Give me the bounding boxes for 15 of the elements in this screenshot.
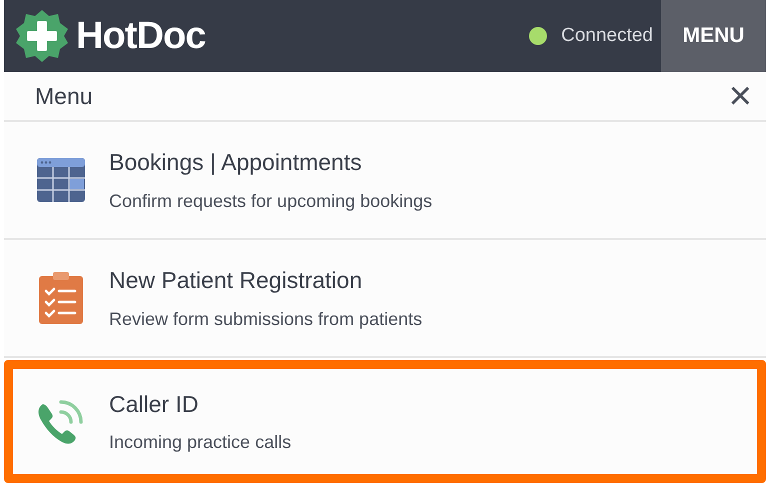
item-title: New Patient Registration xyxy=(109,266,364,296)
menu-button[interactable]: MENU xyxy=(661,0,766,72)
item-subtitle: Confirm requests for upcoming bookings xyxy=(109,190,432,213)
clipboard-icon xyxy=(39,272,83,324)
logo-icon xyxy=(14,8,70,64)
status-label: Connected xyxy=(561,24,653,48)
logo-text: HotDoc xyxy=(76,14,206,58)
close-button[interactable]: × xyxy=(728,76,752,116)
panel-title: Menu xyxy=(35,82,93,111)
item-title: Caller ID xyxy=(109,390,200,419)
item-subtitle: Review form submissions from patients xyxy=(109,308,422,331)
calendar-icon xyxy=(37,158,85,202)
item-subtitle: Incoming practice calls xyxy=(109,431,292,454)
item-title: Bookings | Appointments xyxy=(109,148,363,178)
menu-item[interactable]: Caller ID Incoming practice calls xyxy=(4,360,766,483)
